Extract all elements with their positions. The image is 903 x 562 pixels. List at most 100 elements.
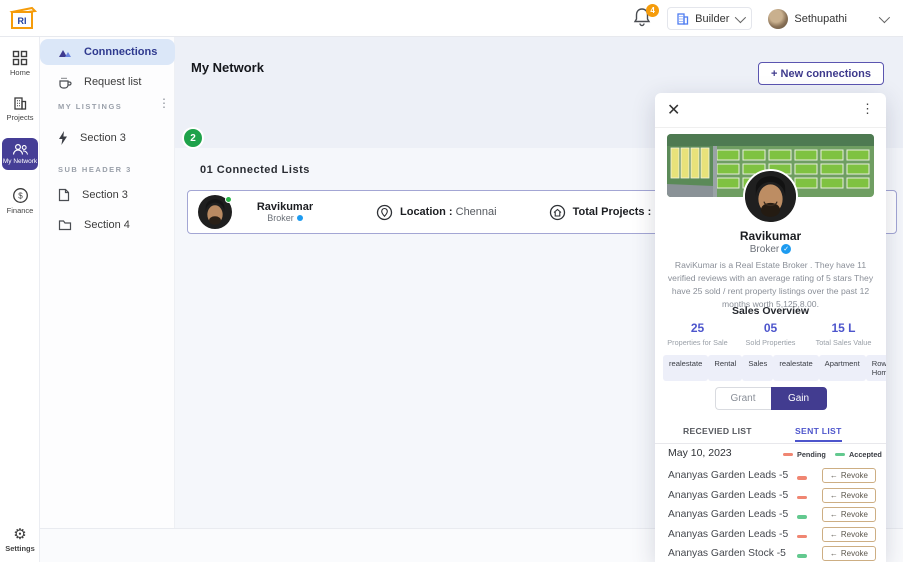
tag-pill[interactable]: Sales	[742, 355, 774, 381]
modal-kebab-icon[interactable]: ⋮	[861, 101, 874, 117]
projects-circle-icon	[549, 204, 565, 220]
modal-header: ✕ ⋮	[655, 93, 886, 128]
sent-list-row: Ananyas Garden Leads -5 ← Revoke	[655, 526, 886, 546]
notifications-bell[interactable]: 4	[633, 3, 660, 31]
sidebar-label-section4: Section 4	[84, 219, 130, 231]
revoke-button[interactable]: ← Revoke	[821, 546, 876, 561]
people-icon	[12, 143, 28, 155]
rail-label-my-network: My Network	[2, 158, 38, 165]
tab-sent-list[interactable]: SENT LIST	[795, 426, 842, 442]
sidebar-item-section3b[interactable]: Section 3	[40, 182, 175, 208]
sidebar-item-connections[interactable]: Connnections	[40, 39, 175, 65]
broker-name: Ravikumar	[256, 201, 314, 213]
sent-list-row: Ananyas Garden Stock -5 ← Revoke	[655, 545, 886, 562]
broker-role: Broker	[267, 213, 294, 223]
mountains-icon	[59, 49, 71, 57]
sent-list-row: Ananyas Garden Leads -5 ← Revoke	[655, 467, 886, 487]
sidebar-item-section4[interactable]: Section 4	[40, 212, 175, 238]
sidebar-label-section3b: Section 3	[82, 189, 128, 201]
accepted-dash-icon	[835, 452, 845, 457]
grant-button[interactable]: Grant	[714, 387, 771, 410]
role-dropdown[interactable]: Builder	[667, 7, 753, 30]
building-icon	[677, 13, 689, 25]
revoke-button[interactable]: ← Revoke	[821, 507, 876, 522]
status-dash-icon	[797, 554, 807, 558]
rail-label-projects: Projects	[6, 113, 34, 122]
rail-item-projects[interactable]: Projects	[0, 95, 40, 122]
notification-badge: 4	[646, 3, 660, 17]
profile-name: Ravikumar	[739, 229, 802, 243]
online-status-dot	[225, 196, 232, 203]
status-dash-icon	[797, 495, 807, 499]
file-icon	[58, 188, 70, 202]
broker-profile-modal: ✕ ⋮ Ravikumar Broker ✓ RaviKumar is a Re…	[655, 93, 886, 562]
sent-list-row: Ananyas Garden Leads -5 ← Revoke	[655, 506, 886, 526]
tag-pill[interactable]: realestate	[663, 355, 709, 381]
pending-dash-icon	[783, 452, 793, 457]
folder-icon	[58, 220, 72, 231]
back-arrow-icon: ←	[829, 529, 838, 539]
rail-item-finance[interactable]: $ Finance	[0, 187, 40, 215]
list-date: May 10, 2023	[668, 447, 732, 459]
chevron-down-icon	[735, 11, 747, 23]
sidebar-item-request-list[interactable]: Request list	[40, 69, 175, 95]
profile-description: RaviKumar is a Real Estate Broker . They…	[667, 260, 874, 309]
back-arrow-icon: ←	[829, 510, 838, 519]
status-dash-icon	[797, 534, 807, 538]
legend-accepted: Accepted	[835, 450, 882, 459]
page-title: My Network	[191, 60, 264, 75]
tag-pill[interactable]: Row Homes	[865, 355, 886, 381]
sidebar-label-section3: Section 3	[80, 132, 126, 144]
date-legend-row: May 10, 2023 Pending Accepted	[655, 445, 886, 463]
back-arrow-icon: ←	[829, 490, 838, 500]
revoke-button[interactable]: ← Revoke	[821, 468, 876, 483]
back-arrow-icon: ←	[829, 471, 838, 480]
list-tabs: RECEVIED LIST SENT LIST	[655, 423, 886, 444]
icon-rail: Home Projects My Network $ Finance ⚙ Set…	[0, 37, 40, 562]
user-name: Sethupathi	[794, 12, 847, 25]
svg-text:$: $	[18, 192, 23, 201]
app-logo[interactable]: RI	[8, 4, 38, 32]
tab-received-list[interactable]: RECEVIED LIST	[683, 426, 752, 436]
rail-item-home[interactable]: Home	[0, 50, 40, 77]
location-icon	[376, 204, 393, 220]
sidebar-label-request-list: Request list	[84, 76, 142, 88]
sales-stats: 25 Properties for Sale 05 Sold Propertie…	[661, 321, 880, 347]
top-header: RI 4 Builder Sethupathi	[0, 0, 903, 37]
status-dash-icon	[797, 515, 807, 519]
verified-check-icon: ✓	[781, 244, 792, 255]
stat-sold-properties: 05 Sold Properties	[745, 321, 796, 347]
stat-total-sales-value: 15 L Total Sales Value	[815, 321, 872, 347]
revoke-button[interactable]: ← Revoke	[821, 487, 876, 503]
sidebar-item-section3[interactable]: Section 3	[40, 125, 175, 151]
broker-total-projects: Total Projects : 112	[549, 204, 672, 221]
sent-list: Ananyas Garden Leads -5 ← Revoke Ananyas…	[655, 467, 886, 562]
rail-item-my-network[interactable]: My Network	[2, 138, 38, 170]
close-icon[interactable]: ✕	[667, 100, 680, 120]
rail-label-finance: Finance	[6, 206, 34, 215]
sidebar-header-my-listings: MY LISTINGS	[58, 102, 123, 111]
tag-pill[interactable]: realestate	[773, 355, 819, 381]
rail-label-settings: Settings	[5, 544, 35, 553]
tag-pill[interactable]: Rental	[708, 355, 743, 381]
role-label: Builder	[695, 12, 730, 25]
gear-icon: ⚙	[13, 526, 27, 543]
coffee-cup-icon	[59, 77, 72, 89]
legend-pending: Pending	[783, 450, 826, 459]
status-dash-icon	[797, 476, 807, 480]
my-listings-kebab-icon[interactable]: ⋮	[158, 97, 170, 109]
rail-item-settings[interactable]: ⚙ Settings	[0, 527, 40, 553]
stat-properties-for-sale: 25 Properties for Sale	[667, 321, 728, 347]
revoke-button[interactable]: ← Revoke	[821, 526, 876, 542]
projects-building-icon	[14, 97, 27, 110]
user-avatar	[768, 8, 789, 29]
dollar-circle-icon: $	[12, 188, 28, 203]
tag-pill[interactable]: Apartment	[818, 355, 866, 381]
sales-overview-title: Sales Overview	[731, 305, 810, 317]
new-connections-button[interactable]: + New connections	[758, 62, 884, 85]
rail-label-home: Home	[9, 68, 30, 77]
profile-avatar	[743, 169, 798, 224]
user-menu[interactable]: Sethupathi	[762, 5, 893, 33]
gain-button[interactable]: Gain	[770, 387, 827, 410]
broker-avatar	[198, 195, 232, 229]
